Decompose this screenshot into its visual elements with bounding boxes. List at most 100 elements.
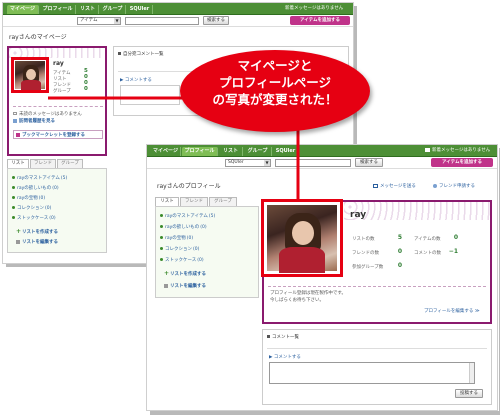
profile-screenshot: マイページ プロフィール リスト グループ SQUler 新着メッセージはありま…: [146, 144, 498, 411]
list-item[interactable]: rayの欲しいもの(0): [12, 185, 59, 191]
list-item-count: (0): [49, 216, 56, 221]
write-comment-link[interactable]: ▶ コメントする: [120, 77, 152, 83]
bookmarklet-button[interactable]: ブックマークレットを登録する: [13, 130, 103, 139]
list-item-label: rayのマストアイテム: [17, 176, 60, 181]
search-type-select[interactable]: アイテム ▼: [77, 17, 121, 25]
tab-group[interactable]: グループ: [209, 197, 237, 206]
bullet-icon: [160, 236, 163, 239]
bullet-icon: [267, 335, 270, 338]
plus-icon: +: [16, 227, 22, 235]
scrollbar[interactable]: [469, 363, 474, 383]
list-item[interactable]: rayの宝物(0): [12, 195, 45, 201]
chevron-down-icon: ▼: [264, 160, 270, 166]
callout-line3: の写真が変更された！: [212, 92, 338, 107]
list-item-count: (0): [52, 186, 59, 191]
stat-label: リストの数: [352, 237, 375, 242]
tab-squler[interactable]: SQUler: [127, 5, 153, 14]
stat-value: −1: [448, 248, 458, 255]
create-list-button[interactable]: +リストを作成する: [164, 270, 206, 277]
list-item-label: rayのマストアイテム: [165, 214, 208, 219]
tab-group[interactable]: グループ: [57, 159, 83, 168]
footprint-icon: [13, 118, 17, 123]
tab-list[interactable]: リスト: [7, 159, 29, 168]
list-item[interactable]: rayのマストアイテム(5): [160, 213, 215, 219]
add-item-button[interactable]: アイテムを追加する: [290, 16, 350, 25]
message-notice[interactable]: 新着メッセージはありません: [425, 147, 490, 155]
tab-list[interactable]: リスト: [77, 5, 99, 14]
bookmark-icon: [16, 133, 20, 137]
tab-group[interactable]: グループ: [244, 147, 272, 156]
tab-group[interactable]: グループ: [100, 5, 126, 14]
write-comment-link[interactable]: ▶ コメントする: [269, 354, 301, 360]
unread-messages-text: 未読のメッセージはありません: [19, 112, 82, 117]
list-item-count: (0): [197, 258, 204, 263]
list-item[interactable]: コレクション(0): [12, 205, 51, 211]
profile-list-panel: rayのマストアイテム(5) rayの欲しいもの(0) rayの宝物(0) コレ…: [155, 206, 259, 298]
callout-text: マイページと プロフィールページ の写真が変更された！: [180, 57, 370, 108]
search-input[interactable]: [125, 17, 199, 25]
send-message-link[interactable]: メッセージを送る: [373, 183, 416, 189]
stat-label-group: グループ: [53, 89, 71, 94]
list-item-count: (5): [60, 176, 68, 181]
bullet-icon: [160, 214, 163, 217]
tab-profile[interactable]: プロフィール: [182, 147, 218, 156]
list-item[interactable]: rayの欲しいもの(0): [160, 224, 207, 230]
tab-squler[interactable]: SQUler: [273, 147, 299, 156]
message-notice[interactable]: 新着メッセージはありません: [285, 5, 343, 13]
tab-list[interactable]: リスト: [155, 197, 179, 206]
stat-value: 5: [397, 234, 402, 241]
stat-label: 参加グループ数: [352, 265, 384, 270]
search-type-select[interactable]: SQUler ▼: [225, 159, 271, 167]
add-item-button[interactable]: アイテムを追加する: [431, 158, 493, 167]
bullet-icon: [12, 176, 15, 179]
tab-mypage[interactable]: マイページ: [7, 5, 39, 14]
list-item-label: ストックケース: [17, 216, 49, 221]
tab-friend[interactable]: フレンド: [180, 197, 208, 206]
edit-list-text: リストを編集する: [22, 240, 58, 245]
profile-name: ray: [53, 60, 64, 67]
chevron-down-icon: ▼: [114, 18, 120, 24]
edit-profile-link[interactable]: プロフィールを編集する ≫: [424, 308, 480, 314]
search-input[interactable]: [275, 159, 351, 167]
mypage-global-nav: マイページ プロフィール リスト グループ SQUler 新着メッセージはありま…: [3, 3, 353, 15]
search-button[interactable]: 検索する: [355, 158, 383, 167]
divider: [267, 348, 487, 349]
search-button[interactable]: 検索する: [203, 16, 229, 25]
stat-value: 0: [453, 234, 458, 241]
list-item[interactable]: コレクション(0): [160, 246, 199, 252]
edit-list-button[interactable]: リストを編集する: [164, 283, 206, 289]
submit-comment-button[interactable]: 投稿する: [455, 389, 483, 398]
comment-textarea[interactable]: [120, 85, 180, 105]
list-item-label: rayの欲しいもの: [17, 186, 52, 191]
bookmarklet-text: ブックマークレットを登録する: [22, 133, 85, 138]
comments-title-text: 自分宛コメント一覧: [123, 52, 164, 57]
tab-mypage[interactable]: マイページ: [151, 147, 181, 156]
callout-line2: プロフィールページ: [218, 75, 331, 90]
list-item[interactable]: rayの宝物(0): [160, 235, 193, 241]
list-item-count: (5): [208, 214, 216, 219]
create-list-text: リストを作成する: [22, 230, 58, 235]
write-comment-text: コメントする: [273, 355, 301, 360]
list-item-label: コレクション: [165, 247, 192, 252]
message-notice-text: 新着メッセージはありません: [432, 148, 491, 153]
divider: [268, 286, 486, 287]
list-item[interactable]: rayのマストアイテム(5): [12, 175, 67, 181]
comment-textarea[interactable]: [269, 362, 475, 384]
create-list-button[interactable]: +リストを作成する: [16, 227, 58, 235]
stat-label: アイテムの数: [414, 237, 441, 242]
send-message-text: メッセージを送る: [380, 184, 416, 189]
profile-intro-line2: 今しばらくお待ち下さい。: [270, 298, 324, 303]
list-item[interactable]: ストックケース(0): [12, 215, 56, 221]
tab-profile[interactable]: プロフィール: [40, 5, 76, 14]
window-shadow: [150, 411, 500, 415]
edit-list-button[interactable]: リストを編集する: [16, 239, 58, 245]
visitor-history-link[interactable]: 訪問者履歴を見る: [13, 118, 55, 124]
tab-list[interactable]: リスト: [219, 147, 243, 156]
stat-label: コメントの数: [414, 251, 441, 256]
list-item[interactable]: ストックケース(0): [160, 257, 204, 263]
page-title: rayさんのマイページ: [9, 34, 67, 41]
tab-friend[interactable]: フレンド: [30, 159, 56, 168]
list-item-count: (0): [38, 196, 46, 201]
friend-request-link[interactable]: フレンド申請する: [433, 183, 475, 189]
edit-icon: [164, 283, 168, 288]
